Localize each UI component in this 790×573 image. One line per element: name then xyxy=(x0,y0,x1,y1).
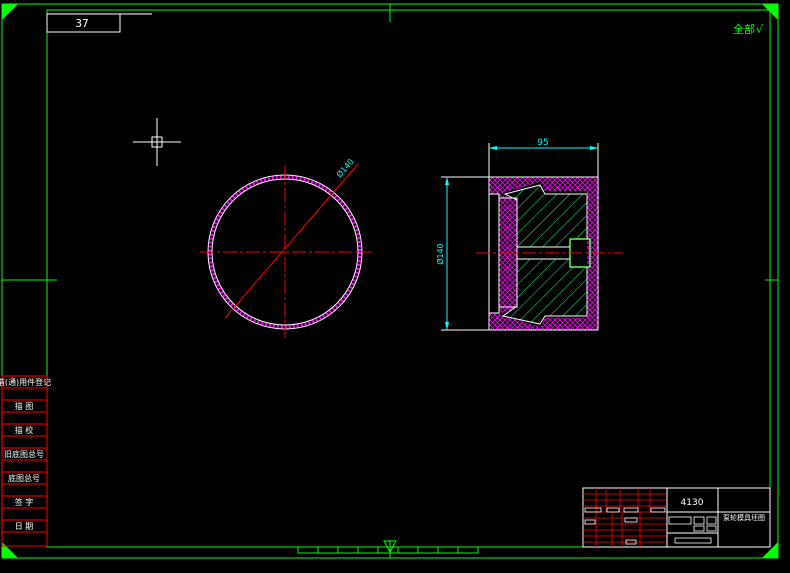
side-row-5: 签 字 xyxy=(15,497,34,507)
drawing-code-text: 37 xyxy=(75,17,88,30)
diameter-leader xyxy=(224,163,359,319)
height-dimension-label: Ø140 xyxy=(435,243,445,265)
roughness-symbol: √ xyxy=(756,23,764,36)
side-row-6: 日 期 xyxy=(15,522,34,531)
cad-drawing-canvas: 37 全部 √ Ø140 95 Ø140 借(通)用件登记 描 图 描 校 旧底… xyxy=(0,3,779,559)
corner-mark-top-left xyxy=(2,4,18,20)
inner-frame xyxy=(46,9,771,548)
corner-mark-bottom-left xyxy=(2,542,18,558)
side-row-2: 描 校 xyxy=(15,425,34,435)
part-number: 4130 xyxy=(681,498,704,508)
roughness-note: 全部 xyxy=(733,22,755,36)
circle-diameter-label: Ø140 xyxy=(334,156,356,179)
side-row-0: 借(通)用件登记 xyxy=(0,377,51,387)
part-name: 泵轮模具坯图 xyxy=(723,513,765,522)
crosshair-cursor-icon xyxy=(133,118,181,166)
side-row-4: 底图总号 xyxy=(8,473,40,483)
width-dimension-label: 95 xyxy=(537,138,548,148)
side-row-1: 描 图 xyxy=(15,401,34,411)
outer-frame xyxy=(1,3,779,559)
circular-view: Ø140 xyxy=(200,156,372,338)
section-view: 95 Ø140 xyxy=(435,138,623,331)
side-row-3: 旧底图总号 xyxy=(4,449,44,459)
